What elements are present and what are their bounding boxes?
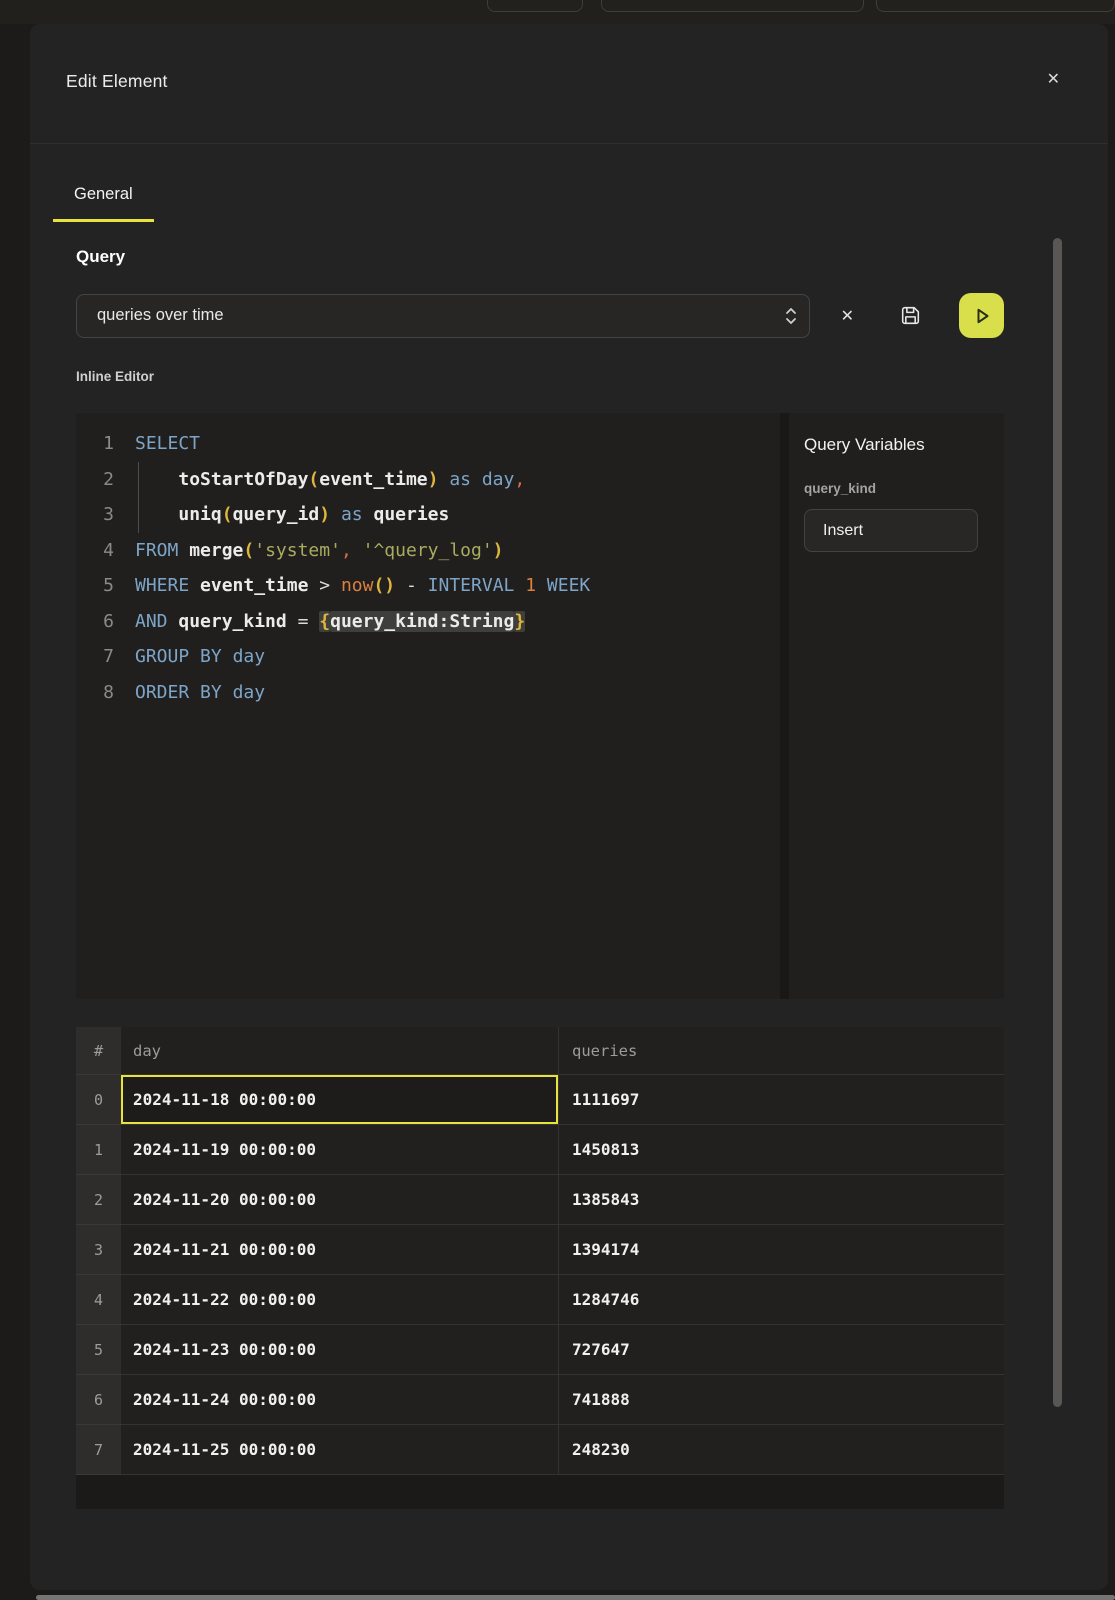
line-number: 8	[76, 675, 114, 711]
code-text: AND query_kind = {query_kind:String}	[135, 604, 525, 640]
table-row: 52024-11-23 00:00:00727647	[76, 1325, 1004, 1375]
queries-cell[interactable]: 727647	[559, 1325, 1004, 1375]
queries-cell[interactable]: 1284746	[559, 1275, 1004, 1325]
day-cell[interactable]: 2024-11-20 00:00:00	[121, 1175, 559, 1225]
column-header-queries[interactable]: queries	[559, 1027, 1004, 1075]
editor-container: 1SELECT2 toStartOfDay(event_time) as day…	[76, 413, 1004, 999]
code-text: GROUP BY day	[135, 639, 265, 675]
background-input	[601, 0, 864, 12]
modal-header: Edit Element ✕	[30, 24, 1108, 144]
row-index-cell: 5	[76, 1325, 121, 1375]
day-cell[interactable]: 2024-11-18 00:00:00	[121, 1075, 559, 1125]
day-cell[interactable]: 2024-11-21 00:00:00	[121, 1225, 559, 1275]
line-number: 4	[76, 533, 114, 569]
query-variables-heading: Query Variables	[804, 435, 978, 455]
row-index-cell: 0	[76, 1075, 121, 1125]
table-footer	[76, 1475, 1004, 1509]
variable-name-label: query_kind	[804, 481, 978, 496]
queries-cell[interactable]: 1385843	[559, 1175, 1004, 1225]
row-index-cell: 3	[76, 1225, 121, 1275]
background-button	[876, 0, 1115, 12]
table-row: 42024-11-22 00:00:001284746	[76, 1275, 1004, 1325]
save-icon	[898, 303, 923, 328]
code-line: 1 SELECT	[76, 426, 780, 462]
table-row: 12024-11-19 00:00:001450813	[76, 1125, 1004, 1175]
background-toolbar	[0, 0, 1115, 24]
query-variables-panel: Query Variables query_kind Insert	[780, 413, 1004, 999]
table-row: 22024-11-20 00:00:001385843	[76, 1175, 1004, 1225]
code-text: SELECT	[135, 426, 200, 462]
run-query-button[interactable]	[959, 293, 1004, 338]
row-index-cell: 6	[76, 1375, 121, 1425]
queries-cell[interactable]: 1394174	[559, 1225, 1004, 1275]
line-number: 6	[76, 604, 114, 640]
table-row: 62024-11-24 00:00:00741888	[76, 1375, 1004, 1425]
column-header-day[interactable]: day	[121, 1027, 559, 1075]
row-index-cell: 1	[76, 1125, 121, 1175]
code-text: ORDER BY day	[135, 675, 265, 711]
code-line: 3 uniq(query_id) as queries	[76, 497, 780, 533]
queries-cell[interactable]: 741888	[559, 1375, 1004, 1425]
table-row: 72024-11-25 00:00:00248230	[76, 1425, 1004, 1475]
line-number: 2	[76, 462, 114, 498]
row-index-cell: 7	[76, 1425, 121, 1475]
horizontal-scrollbar[interactable]	[36, 1595, 1115, 1600]
queries-cell[interactable]: 1111697	[559, 1075, 1004, 1125]
day-cell[interactable]: 2024-11-19 00:00:00	[121, 1125, 559, 1175]
sql-editor[interactable]: 1SELECT2 toStartOfDay(event_time) as day…	[76, 413, 780, 999]
line-number: 5	[76, 568, 114, 604]
play-icon	[971, 305, 993, 327]
day-cell[interactable]: 2024-11-24 00:00:00	[121, 1375, 559, 1425]
query-select-value: queries over time	[97, 306, 785, 325]
table-header-row: #dayqueries	[76, 1027, 1004, 1075]
queries-cell[interactable]: 1450813	[559, 1125, 1004, 1175]
row-index-cell: 4	[76, 1275, 121, 1325]
results-table: #dayqueries02024-11-18 00:00:00111169712…	[76, 1027, 1004, 1509]
code-text: toStartOfDay(event_time) as day,	[135, 462, 525, 498]
line-number: 1	[76, 426, 114, 462]
code-line: 2 toStartOfDay(event_time) as day,	[76, 462, 780, 498]
queries-cell[interactable]: 248230	[559, 1425, 1004, 1475]
background-button	[487, 0, 583, 12]
line-number: 7	[76, 639, 114, 675]
query-actions: ✕	[839, 293, 1004, 338]
row-index-cell: 2	[76, 1175, 121, 1225]
day-cell[interactable]: 2024-11-22 00:00:00	[121, 1275, 559, 1325]
close-icon[interactable]: ✕	[1043, 68, 1064, 92]
tab-general[interactable]: General	[53, 144, 154, 222]
query-selector-row: queries over time ✕	[76, 293, 1004, 338]
code-text: FROM merge('system', '^query_log')	[135, 533, 504, 569]
code-text: WHERE event_time > now() - INTERVAL 1 WE…	[135, 568, 590, 604]
insert-variable-button[interactable]: Insert	[804, 509, 978, 552]
code-line: 6 AND query_kind = {query_kind:String}	[76, 604, 780, 640]
query-select[interactable]: queries over time	[76, 294, 810, 338]
line-number: 3	[76, 497, 114, 533]
edit-element-modal: Edit Element ✕ General Query queries ove…	[30, 24, 1108, 1590]
select-chevrons-icon	[785, 306, 797, 326]
save-query-button[interactable]	[896, 301, 925, 330]
code-text: uniq(query_id) as queries	[135, 497, 449, 533]
day-cell[interactable]: 2024-11-23 00:00:00	[121, 1325, 559, 1375]
query-section-heading: Query	[76, 247, 1004, 267]
modal-scrollbar[interactable]	[1053, 238, 1062, 1407]
modal-content: Query queries over time ✕	[30, 247, 1108, 1509]
clear-query-button[interactable]: ✕	[839, 304, 856, 328]
code-line: 7 GROUP BY day	[76, 639, 780, 675]
inline-editor-label: Inline Editor	[76, 369, 1004, 384]
code-line: 8 ORDER BY day	[76, 675, 780, 711]
code-line: 4 FROM merge('system', '^query_log')	[76, 533, 780, 569]
tab-bar: General	[30, 144, 1108, 222]
column-header-index: #	[76, 1027, 121, 1075]
day-cell[interactable]: 2024-11-25 00:00:00	[121, 1425, 559, 1475]
table-row: 32024-11-21 00:00:001394174	[76, 1225, 1004, 1275]
table-row: 02024-11-18 00:00:001111697	[76, 1075, 1004, 1125]
code-line: 5 WHERE event_time > now() - INTERVAL 1 W…	[76, 568, 780, 604]
modal-title: Edit Element	[66, 71, 168, 92]
